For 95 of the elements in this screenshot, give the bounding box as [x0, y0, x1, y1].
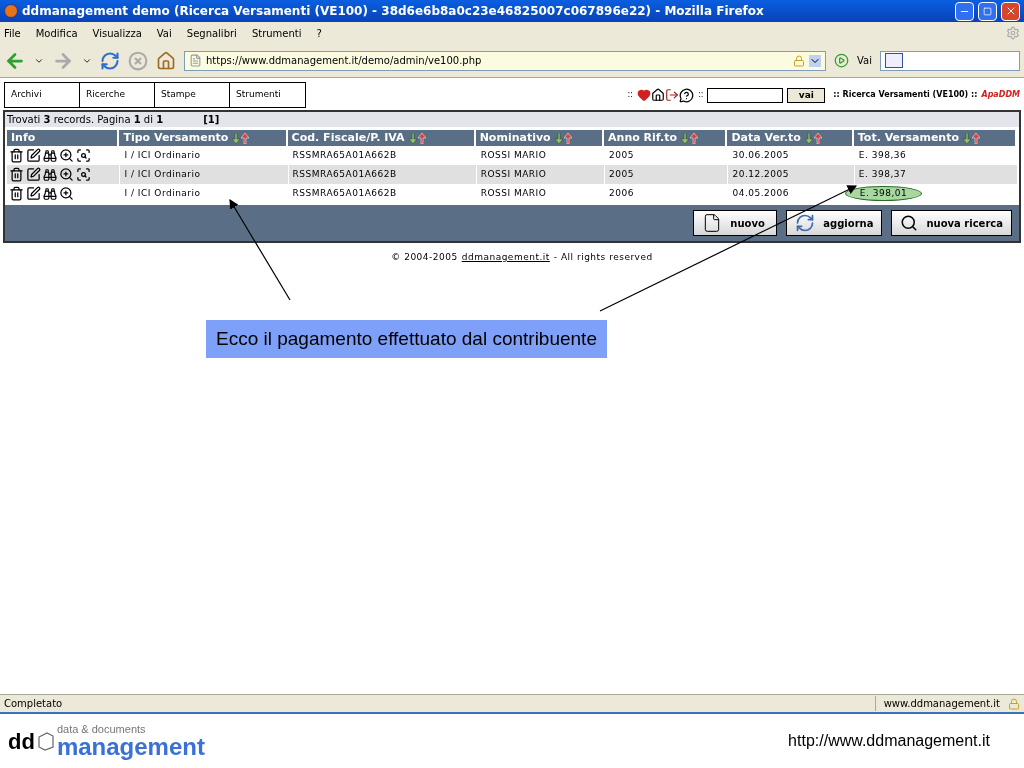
table-cell-text: 2005 [609, 148, 634, 162]
page-link[interactable]: [1] [203, 112, 220, 127]
table-cell-text: 2006 [609, 186, 634, 200]
close-button[interactable] [1001, 1, 1020, 21]
search-icon [900, 214, 919, 232]
column-header[interactable]: Tipo Versamento [119, 130, 288, 146]
site-link[interactable]: ddmanagement.it [461, 251, 550, 265]
action-button[interactable]: nuovo [693, 210, 778, 236]
separator-text: :: [627, 89, 633, 101]
edit-icon[interactable] [26, 167, 41, 182]
column-header[interactable]: Tot. Versamento [853, 130, 1017, 146]
table-cell-text: 04.05.2006 [732, 186, 789, 200]
table-cell: E. 398,01 [844, 185, 923, 202]
heart-icon[interactable] [636, 88, 651, 102]
quick-search-field[interactable] [707, 87, 784, 103]
table-cell-text: RSSMRA65A01A662B [292, 186, 397, 200]
exit-icon[interactable] [664, 88, 679, 102]
separator-text: :: [697, 89, 704, 101]
breadcrumb: :: Ricerca Versamenti (VE100) :: [833, 89, 978, 101]
table-cell-text: I / ICI Ordinario [124, 148, 201, 162]
table-cell-text: 2005 [609, 167, 634, 181]
results-summary: Trovati 3 records. Pagina 1 di 1 [7, 113, 164, 127]
column-header[interactable]: Nominativo [475, 130, 605, 146]
menu-item[interactable]: Modifica [35, 25, 78, 41]
window-title: ddmanagement demo (Ricerca Versamenti (VE100) - 38d6e6b8a0c23e46825007c067896e22) - Mozilla Firefox [22, 3, 765, 20]
url-text: https://www.ddmanagement.it/demo/admin/ve100.php [206, 54, 483, 68]
lock-icon [793, 54, 805, 67]
table-cell-text: RSSMRA65A01A662B [292, 148, 397, 162]
menu-item[interactable]: Visualizza [92, 25, 142, 41]
home-icon[interactable] [650, 88, 665, 102]
rights-text: - All rights reserved [553, 251, 653, 264]
vai-button[interactable]: vai [787, 87, 826, 103]
edit-icon[interactable] [26, 148, 41, 163]
logo-prefix: dd [8, 727, 35, 756]
page-icon [189, 54, 202, 67]
menu-item[interactable]: Strumenti [251, 25, 302, 41]
help-icon[interactable] [678, 87, 694, 103]
trash-icon[interactable] [9, 167, 24, 182]
reload-icon[interactable] [100, 50, 120, 71]
select-icon[interactable] [76, 148, 91, 163]
sort-down-icon[interactable] [681, 132, 689, 144]
table-cell-text: ROSSI MARIO [480, 167, 547, 181]
edit-icon[interactable] [26, 186, 41, 201]
lock-icon [1008, 697, 1020, 710]
status-site: www.ddmanagement.it [874, 696, 1000, 711]
select-icon[interactable] [76, 167, 91, 182]
table-cell-text: I / ICI Ordinario [124, 167, 201, 181]
dropdown-icon[interactable] [809, 54, 821, 67]
table-cell-text: 20.12.2005 [732, 167, 789, 181]
binoculars-icon[interactable] [43, 186, 57, 201]
table-cell-text: ROSSI MARIO [480, 148, 547, 162]
menu-item[interactable]: Vai [156, 25, 172, 41]
column-header[interactable]: Anno Rif.to [604, 130, 728, 146]
table-cell-text: I / ICI Ordinario [124, 186, 201, 200]
throbber-icon [1006, 26, 1020, 40]
table-cell-text: RSSMRA65A01A662B [292, 167, 397, 181]
refresh-icon [795, 213, 816, 233]
menu-item[interactable]: ? [316, 25, 322, 41]
sort-down-icon[interactable] [554, 132, 563, 144]
status-text: Completato [4, 697, 64, 711]
zoom-icon[interactable] [59, 148, 74, 163]
sort-down-icon[interactable] [804, 132, 813, 144]
menu-item[interactable]: Segnalibri [186, 25, 237, 41]
table-cell-text: 30.06.2005 [732, 148, 789, 162]
callout-label: Ecco il pagamento effettuato dal contribuente [206, 319, 607, 358]
binoculars-icon[interactable] [43, 148, 57, 163]
trash-icon[interactable] [9, 148, 24, 163]
website-url: http://www.ddmanagement.it [788, 731, 990, 751]
menu-item[interactable]: File [4, 25, 21, 41]
zoom-icon[interactable] [59, 186, 74, 201]
logo-name: management [56, 734, 205, 759]
minimize-button[interactable] [955, 1, 974, 21]
logo-tagline: data & documents [56, 723, 147, 735]
sort-down-icon[interactable] [963, 132, 971, 144]
maximize-icon [983, 6, 992, 16]
table-cell-text: E. 398,36 [858, 148, 907, 162]
go-label[interactable]: Vai [857, 53, 872, 68]
column-header[interactable]: Cod. Fiscale/P. IVA [287, 130, 476, 146]
table-cell-text: ROSSI MARIO [480, 186, 547, 200]
zoom-icon[interactable] [59, 167, 74, 182]
action-button[interactable]: nuova ricerca [891, 210, 1012, 236]
trash-icon[interactable] [9, 186, 24, 201]
search-field[interactable] [880, 50, 1020, 71]
binoculars-icon[interactable] [43, 167, 57, 182]
action-button[interactable]: aggiorna [786, 210, 883, 236]
sort-down-icon[interactable] [408, 132, 417, 144]
maximize-button[interactable] [978, 1, 997, 21]
copyright-text: © 2004-2005 [391, 251, 458, 264]
column-header: Info [7, 130, 120, 146]
sort-down-icon[interactable] [232, 132, 241, 144]
table-cell-text: E. 398,37 [858, 167, 907, 181]
brand-text: ApaDDM [981, 89, 1020, 101]
address-field[interactable]: https://www.ddmanagement.it/demo/admin/ve100.php [184, 50, 826, 71]
column-header[interactable]: Data Ver.to [727, 130, 854, 146]
go-icon[interactable] [834, 53, 849, 68]
